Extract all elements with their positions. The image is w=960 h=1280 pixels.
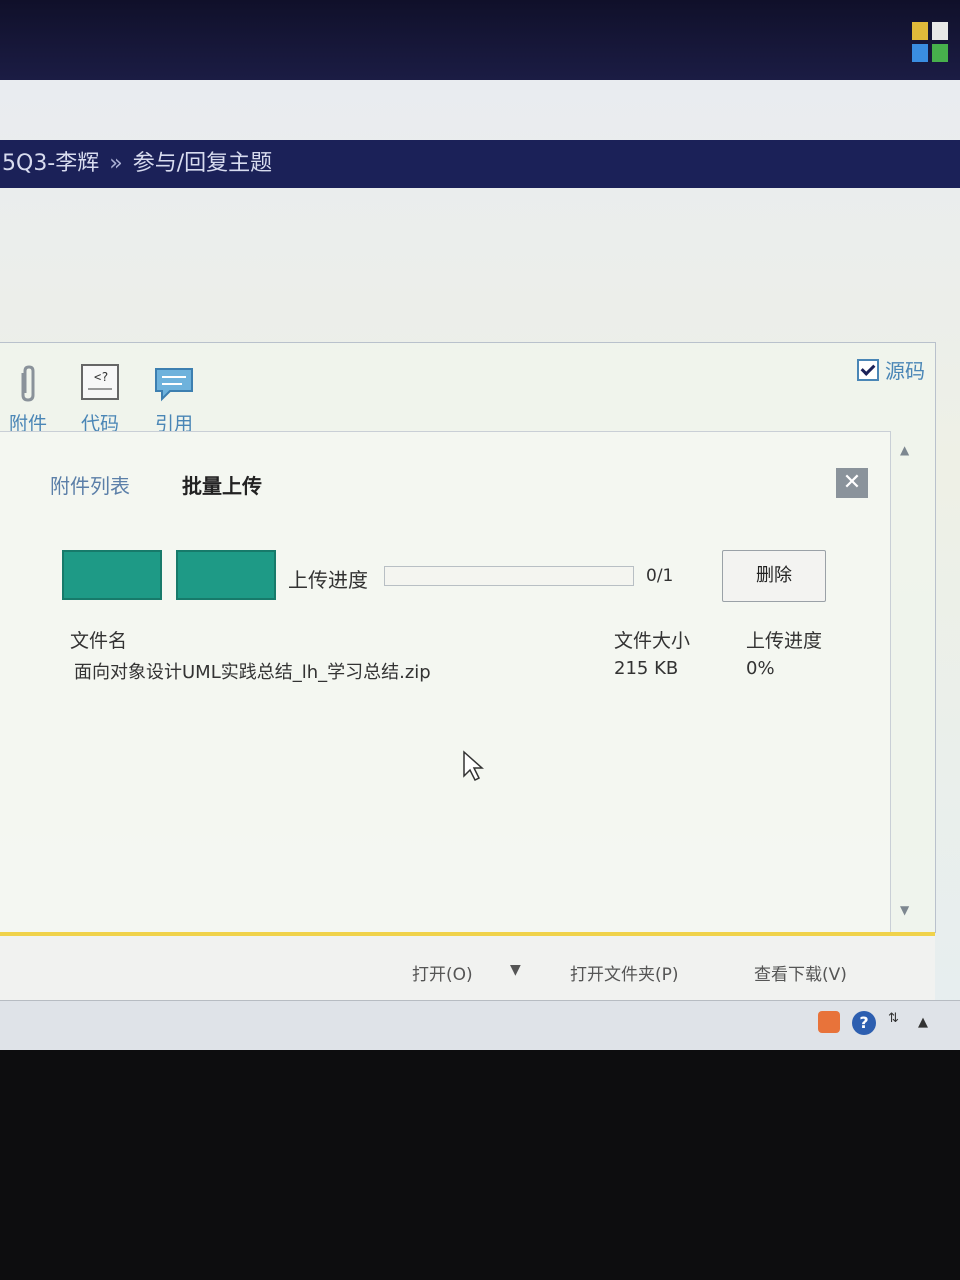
open-dropdown-icon[interactable]: ▼ [510, 962, 521, 978]
quote-bubble-icon [148, 363, 200, 403]
start-upload-button[interactable] [176, 550, 276, 600]
upload-dialog: 附件列表 批量上传 ✕ 上传进度 0/1 删除 文件名 文件大小 上传进度 面向… [0, 431, 891, 932]
editor-panel: 附件 <? 代码 引用 源码 附件列表 批量上传 ✕ 上传进度 0/1 删除 文… [0, 342, 936, 933]
table-row[interactable]: 面向对象设计UML实践总结_lh_学习总结.zip 215 KB 0% [0, 658, 880, 686]
sogou-input-icon[interactable] [818, 1011, 840, 1033]
breadcrumb-separator: » [109, 151, 123, 176]
view-downloads-button[interactable]: 查看下载(V) [754, 960, 847, 985]
source-label: 源码 [885, 359, 925, 383]
scroll-down-arrow-icon[interactable]: ▼ [900, 903, 914, 917]
open-button[interactable]: 打开(O) [412, 960, 473, 985]
code-snippet-icon: <? [74, 363, 126, 403]
svg-text:<?: <? [94, 370, 108, 384]
breadcrumb-course-link[interactable]: 5Q3-李辉 [2, 151, 99, 176]
code-button[interactable]: <? 代码 [74, 363, 126, 435]
paperclip-icon [4, 363, 52, 403]
tab-attachment-list[interactable]: 附件列表 [50, 470, 130, 499]
app-logo-icon [912, 22, 948, 62]
browser-viewport: 5Q3-李辉 » 参与/回复主题 附件 <? 代码 引用 源码 附件列表 批量上传… [0, 80, 960, 1050]
file-name: 面向对象设计UML实践总结_lh_学习总结.zip [74, 662, 431, 683]
close-icon[interactable]: ✕ [836, 468, 868, 498]
network-icon[interactable]: ⇅ [888, 1011, 906, 1033]
upload-progress-count: 0/1 [646, 566, 674, 586]
quote-button[interactable]: 引用 [148, 363, 200, 435]
mouse-pointer-icon [463, 750, 484, 782]
help-icon[interactable]: ? [852, 1011, 876, 1035]
attachment-button[interactable]: 附件 [4, 363, 52, 435]
tab-batch-upload[interactable]: 批量上传 [182, 470, 262, 499]
source-toggle[interactable]: 源码 [857, 355, 925, 384]
column-header-filesize: 文件大小 [614, 630, 691, 652]
monitor-bezel [0, 0, 960, 80]
open-folder-button[interactable]: 打开文件夹(P) [570, 960, 679, 985]
tray-expand-icon[interactable]: ▲ [918, 1015, 932, 1030]
select-files-button[interactable] [62, 550, 162, 600]
taskbar: ? ⇅ ▲ [0, 1000, 960, 1050]
source-checkbox[interactable] [857, 358, 879, 381]
upload-progress-label: 上传进度 [288, 568, 368, 592]
scroll-up-arrow-icon[interactable]: ▲ [900, 443, 914, 457]
file-progress: 0% [746, 658, 775, 679]
column-header-filename: 文件名 [70, 630, 128, 652]
delete-button[interactable]: 删除 [722, 550, 826, 602]
file-size: 215 KB [614, 658, 679, 679]
breadcrumb: 5Q3-李辉 » 参与/回复主题 [0, 140, 960, 188]
breadcrumb-current: 参与/回复主题 [132, 151, 273, 176]
upload-progress-bar [384, 566, 634, 586]
column-header-progress: 上传进度 [746, 630, 823, 652]
